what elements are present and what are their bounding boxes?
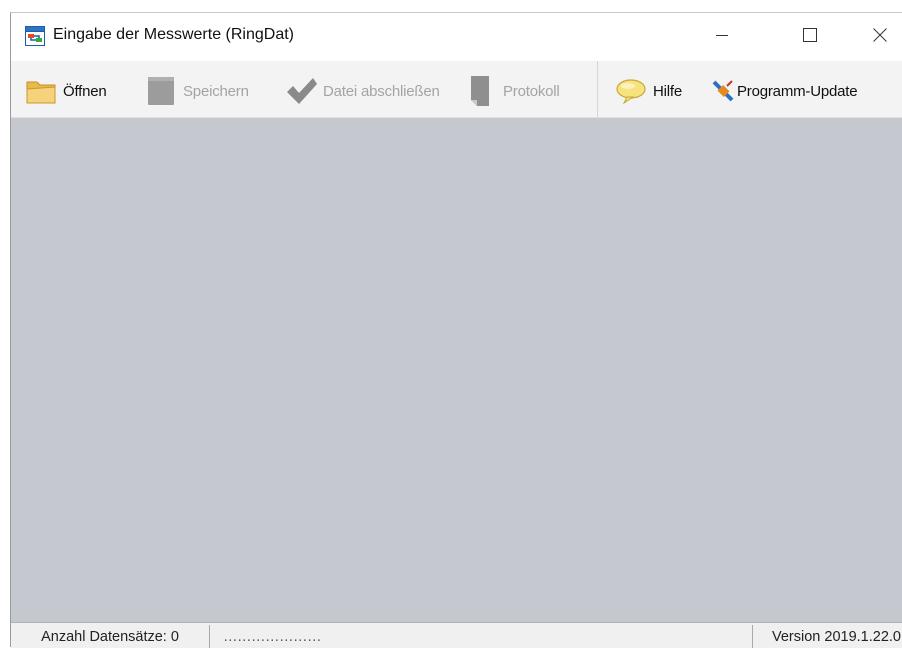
maximize-button[interactable] bbox=[787, 13, 833, 57]
close-icon bbox=[873, 28, 887, 42]
program-update-button[interactable]: Programm-Update bbox=[711, 76, 858, 106]
close-file-label: Datei abschließen bbox=[323, 82, 440, 100]
close-button[interactable] bbox=[857, 13, 902, 57]
checkmark-icon bbox=[285, 76, 317, 106]
help-button[interactable]: Hilfe bbox=[615, 76, 682, 106]
minimize-button[interactable] bbox=[699, 13, 745, 57]
save-icon bbox=[145, 76, 177, 106]
window-title: Eingabe der Messwerte (RingDat) bbox=[53, 26, 294, 43]
toolbar-separator bbox=[597, 61, 598, 117]
folder-icon bbox=[25, 76, 57, 106]
title-bar[interactable]: Eingabe der Messwerte (RingDat) bbox=[11, 13, 902, 61]
help-label: Hilfe bbox=[653, 82, 683, 100]
open-button[interactable]: Öffnen bbox=[25, 76, 107, 106]
app-window: Eingabe der Messwerte (RingDat) Öffnen S… bbox=[10, 12, 902, 648]
open-label: Öffnen bbox=[63, 82, 107, 100]
speech-bubble-icon bbox=[615, 76, 647, 106]
save-label: Speichern bbox=[183, 82, 249, 100]
protocol-button[interactable]: Protokoll bbox=[465, 76, 560, 106]
maximize-icon bbox=[803, 28, 817, 42]
status-bar: Anzahl Datensätze: 0 ………………… Version 201… bbox=[11, 623, 902, 648]
close-file-button[interactable]: Datei abschließen bbox=[285, 76, 440, 106]
satellite-icon bbox=[711, 76, 737, 106]
toolbar: Öffnen Speichern Datei abschließen Proto… bbox=[11, 61, 902, 118]
minimize-icon bbox=[716, 35, 728, 36]
protocol-label: Protokoll bbox=[503, 82, 560, 100]
progress-panel: ………………… bbox=[223, 628, 322, 645]
document-icon bbox=[465, 76, 497, 106]
version-panel: Version 2019.1.22.0 bbox=[752, 625, 902, 648]
save-button[interactable]: Speichern bbox=[145, 76, 249, 106]
record-count-panel: Anzahl Datensätze: 0 bbox=[11, 625, 210, 648]
program-update-label: Programm-Update bbox=[737, 82, 858, 100]
app-icon bbox=[25, 26, 45, 46]
main-client-area bbox=[11, 118, 902, 623]
